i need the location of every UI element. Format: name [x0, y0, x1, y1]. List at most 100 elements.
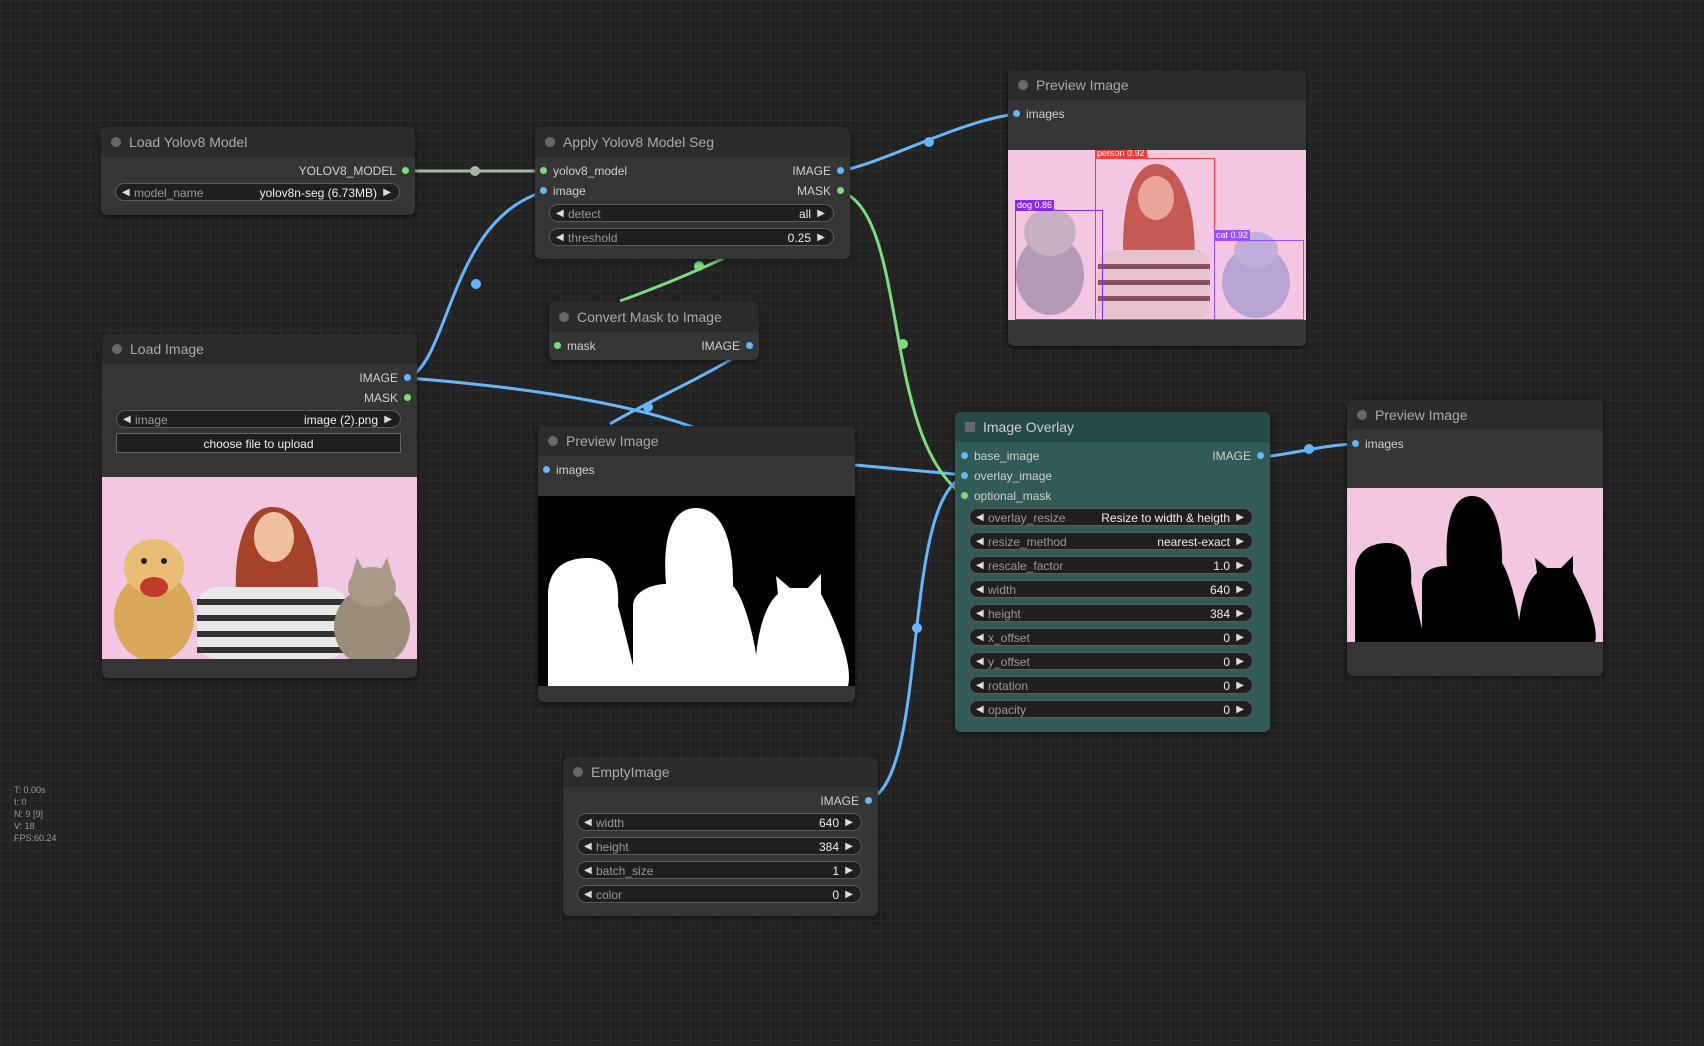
node-image-overlay[interactable]: Image Overlay base_image overlay_image o… — [955, 412, 1270, 732]
arrow-left-icon[interactable]: ◀ — [976, 509, 984, 527]
node-preview-image-right[interactable]: Preview Image images — [1347, 400, 1603, 676]
arrow-right-icon[interactable]: ▶ — [1236, 581, 1244, 599]
input-images[interactable]: images — [543, 462, 595, 478]
output-dot-icon[interactable] — [837, 187, 844, 194]
arrow-right-icon[interactable]: ▶ — [1236, 701, 1244, 719]
arrow-left-icon[interactable]: ◀ — [976, 701, 984, 719]
collapse-dot-icon[interactable] — [559, 312, 569, 322]
x-offset-number[interactable]: ◀ x_offset 0 ▶ — [969, 628, 1253, 646]
arrow-left-icon[interactable]: ◀ — [976, 629, 984, 647]
arrow-right-icon[interactable]: ▶ — [845, 838, 853, 856]
height-number[interactable]: ◀ height 384 ▶ — [969, 604, 1253, 622]
arrow-left-icon[interactable]: ◀ — [976, 605, 984, 623]
input-dot-icon[interactable] — [1352, 440, 1359, 447]
arrow-left-icon[interactable]: ◀ — [976, 653, 984, 671]
rescale-factor-number[interactable]: ◀ rescale_factor 1.0 ▶ — [969, 556, 1253, 574]
arrow-left-icon[interactable]: ◀ — [556, 205, 564, 223]
collapse-dot-icon[interactable] — [112, 344, 122, 354]
collapse-dot-icon[interactable] — [1357, 410, 1367, 420]
input-yolov8-model[interactable]: yolov8_model — [540, 163, 627, 179]
arrow-right-icon[interactable]: ▶ — [383, 184, 391, 202]
output-dot-icon[interactable] — [865, 797, 872, 804]
detect-combo[interactable]: ◀ detect all ▶ — [549, 204, 834, 222]
arrow-left-icon[interactable]: ◀ — [976, 677, 984, 695]
model-name-combo[interactable]: ◀ model_name yolov8n-seg (6.73MB) ▶ — [115, 183, 400, 201]
output-image[interactable]: IMAGE — [792, 163, 844, 179]
input-dot-icon[interactable] — [554, 342, 561, 349]
input-mask[interactable]: mask — [554, 338, 596, 354]
arrow-left-icon[interactable]: ◀ — [584, 862, 592, 880]
output-dot-icon[interactable] — [402, 167, 409, 174]
input-dot-icon[interactable] — [961, 452, 968, 459]
collapse-dot-icon[interactable] — [1018, 80, 1028, 90]
node-title[interactable]: Image Overlay — [955, 412, 1270, 442]
arrow-left-icon[interactable]: ◀ — [122, 184, 130, 202]
output-dot-icon[interactable] — [746, 342, 753, 349]
input-dot-icon[interactable] — [543, 466, 550, 473]
node-preview-image-mask[interactable]: Preview Image images — [538, 426, 855, 702]
output-dot-icon[interactable] — [404, 394, 411, 401]
arrow-left-icon[interactable]: ◀ — [976, 533, 984, 551]
color-number[interactable]: ◀ color 0 ▶ — [577, 885, 862, 903]
input-overlay-image[interactable]: overlay_image — [961, 468, 1052, 484]
output-mask[interactable]: MASK — [364, 390, 411, 406]
arrow-right-icon[interactable]: ▶ — [1236, 557, 1244, 575]
overlay-resize-combo[interactable]: ◀ overlay_resize Resize to width & heigt… — [969, 508, 1253, 526]
input-image[interactable]: image — [540, 183, 586, 199]
input-base-image[interactable]: base_image — [961, 448, 1039, 464]
y-offset-number[interactable]: ◀ y_offset 0 ▶ — [969, 652, 1253, 670]
arrow-left-icon[interactable]: ◀ — [584, 886, 592, 904]
arrow-right-icon[interactable]: ▶ — [845, 886, 853, 904]
arrow-right-icon[interactable]: ▶ — [1236, 653, 1244, 671]
batch-size-number[interactable]: ◀ batch_size 1 ▶ — [577, 861, 862, 879]
arrow-right-icon[interactable]: ▶ — [817, 229, 825, 247]
arrow-left-icon[interactable]: ◀ — [976, 557, 984, 575]
collapse-dot-icon[interactable] — [573, 767, 583, 777]
output-dot-icon[interactable] — [404, 374, 411, 381]
collapse-dot-icon[interactable] — [111, 137, 121, 147]
opacity-number[interactable]: ◀ opacity 0 ▶ — [969, 700, 1253, 718]
input-images[interactable]: images — [1013, 106, 1065, 122]
node-title[interactable]: Preview Image — [1008, 70, 1306, 100]
input-dot-icon[interactable] — [540, 187, 547, 194]
arrow-right-icon[interactable]: ▶ — [845, 814, 853, 832]
height-number[interactable]: ◀ height 384 ▶ — [577, 837, 862, 855]
output-image[interactable]: IMAGE — [701, 338, 753, 354]
arrow-left-icon[interactable]: ◀ — [976, 581, 984, 599]
choose-file-button[interactable]: choose file to upload — [116, 433, 401, 453]
arrow-right-icon[interactable]: ▶ — [817, 205, 825, 223]
arrow-right-icon[interactable]: ▶ — [1236, 677, 1244, 695]
arrow-right-icon[interactable]: ▶ — [1236, 509, 1244, 527]
node-title[interactable]: Preview Image — [538, 426, 855, 456]
node-title[interactable]: Load Yolov8 Model — [101, 127, 415, 157]
node-convert-mask-to-image[interactable]: Convert Mask to Image mask IMAGE — [549, 302, 759, 360]
arrow-right-icon[interactable]: ▶ — [384, 411, 392, 429]
node-load-image[interactable]: Load Image IMAGE MASK ◀ image image (2).… — [102, 334, 417, 678]
arrow-right-icon[interactable]: ▶ — [1236, 605, 1244, 623]
node-title[interactable]: EmptyImage — [563, 757, 878, 787]
output-image[interactable]: IMAGE — [820, 793, 872, 809]
threshold-number[interactable]: ◀ threshold 0.25 ▶ — [549, 228, 834, 246]
output-dot-icon[interactable] — [1257, 452, 1264, 459]
arrow-left-icon[interactable]: ◀ — [123, 411, 131, 429]
arrow-left-icon[interactable]: ◀ — [556, 229, 564, 247]
arrow-right-icon[interactable]: ▶ — [1236, 629, 1244, 647]
node-title[interactable]: Convert Mask to Image — [549, 302, 759, 332]
output-yolov8-model[interactable]: YOLOV8_MODEL — [299, 163, 409, 179]
width-number[interactable]: ◀ width 640 ▶ — [969, 580, 1253, 598]
output-image[interactable]: IMAGE — [359, 370, 411, 386]
collapse-dot-icon[interactable] — [545, 137, 555, 147]
node-preview-image-top[interactable]: Preview Image images dog 0.86 person 0.9… — [1008, 70, 1306, 346]
input-dot-icon[interactable] — [1013, 110, 1020, 117]
output-dot-icon[interactable] — [837, 167, 844, 174]
node-title[interactable]: Preview Image — [1347, 400, 1603, 430]
arrow-right-icon[interactable]: ▶ — [1236, 533, 1244, 551]
width-number[interactable]: ◀ width 640 ▶ — [577, 813, 862, 831]
output-mask[interactable]: MASK — [797, 183, 844, 199]
input-dot-icon[interactable] — [540, 167, 547, 174]
node-apply-yolov8-model-seg[interactable]: Apply Yolov8 Model Seg yolov8_model imag… — [535, 127, 850, 259]
output-image[interactable]: IMAGE — [1212, 448, 1264, 464]
image-combo[interactable]: ◀ image image (2).png ▶ — [116, 410, 401, 428]
input-dot-icon[interactable] — [961, 492, 968, 499]
arrow-left-icon[interactable]: ◀ — [584, 814, 592, 832]
